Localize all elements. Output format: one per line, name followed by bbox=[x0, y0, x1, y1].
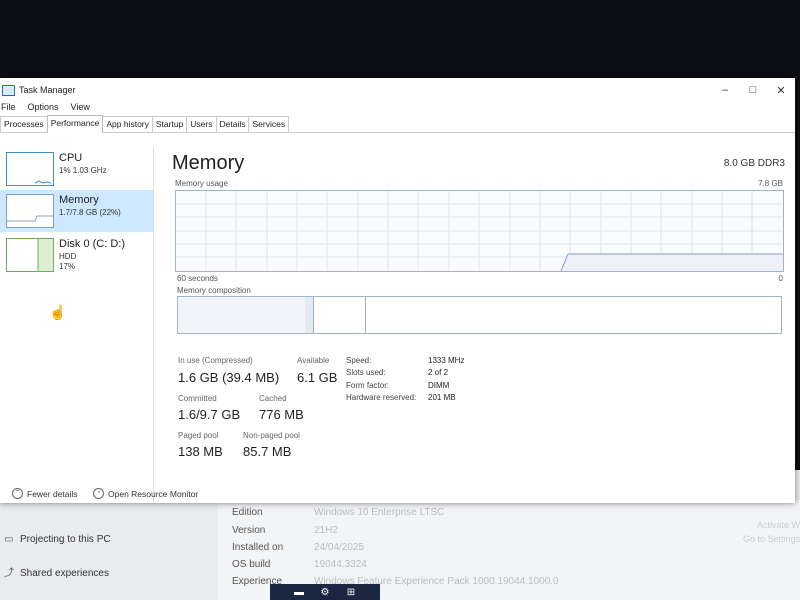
tab-startup[interactable]: Startup bbox=[151, 116, 188, 132]
activation-watermark-sub: Go to Settings bbox=[742, 534, 800, 544]
minimize-button[interactable]: – bbox=[711, 84, 739, 96]
window-title: Task Manager bbox=[19, 85, 76, 95]
tab-services[interactable]: Services bbox=[248, 116, 290, 132]
committed-label: Committed bbox=[178, 394, 217, 403]
memory-usage-svg bbox=[176, 191, 783, 271]
maximize-button[interactable]: □ bbox=[739, 84, 767, 96]
spec-row-installed: Installed on 24/04/2025 bbox=[232, 542, 365, 553]
cpu-thumbnail-graph bbox=[6, 152, 54, 186]
paged-pool-label: Paged pool bbox=[178, 431, 219, 440]
spec-row-edition: Edition Windows 10 Enterprise LTSC bbox=[232, 507, 445, 518]
composition-standby bbox=[313, 297, 366, 333]
sidebar-cpu-title: CPU bbox=[59, 152, 83, 164]
settings-icon[interactable]: ⚙ bbox=[317, 587, 333, 598]
sidebar-memory-sub: 1.7/7.8 GB (22%) bbox=[59, 208, 121, 217]
graph-time-end: 0 bbox=[778, 274, 783, 283]
in-use-value: 1.6 GB (39.4 MB) bbox=[178, 370, 280, 385]
open-resource-monitor-link[interactable]: ◔ Open Resource Monitor bbox=[93, 488, 198, 499]
sidebar-item-memory[interactable]: Memory 1.7/7.8 GB (22%) bbox=[0, 190, 153, 232]
task-manager-icon bbox=[2, 84, 15, 96]
form-factor-value: DIMM bbox=[428, 381, 450, 390]
page-title: Memory bbox=[172, 152, 245, 174]
memory-composition-bar bbox=[177, 296, 782, 334]
task-manager-window: Task Manager – □ ✕ File Options View Pro… bbox=[0, 78, 795, 503]
graph-time-label: 60 seconds bbox=[177, 274, 218, 283]
sidebar-disk-type: HDD bbox=[59, 252, 77, 261]
memory-usage-graph bbox=[175, 190, 784, 272]
sidebar-disk-title: Disk 0 (C: D:) bbox=[59, 238, 125, 250]
slots-value: 2 of 2 bbox=[428, 368, 449, 377]
memory-thumbnail-graph bbox=[6, 194, 54, 228]
in-use-label: In use (Compressed) bbox=[178, 356, 253, 365]
footer-bar: ⌃ Fewer details ◔ Open Resource Monitor bbox=[0, 485, 795, 503]
paged-pool-value: 138 MB bbox=[178, 444, 223, 459]
performance-sidebar: CPU 1% 1.03 GHz Memory 1.7/7.8 GB (22%) … bbox=[0, 148, 154, 503]
tab-performance[interactable]: Performance bbox=[46, 115, 104, 133]
slots-label: Slots used: bbox=[346, 368, 386, 377]
form-factor-label: Form factor: bbox=[346, 381, 390, 390]
sidebar-disk-usage: 17% bbox=[59, 262, 76, 271]
composition-in-use bbox=[178, 297, 306, 333]
title-bar[interactable]: Task Manager – □ ✕ bbox=[0, 78, 795, 102]
taskbar: ▬ ⚙ ⊞ bbox=[270, 584, 380, 600]
hardware-reserved-label: Hardware reserved: bbox=[346, 393, 417, 402]
sidebar-item-cpu[interactable]: CPU 1% 1.03 GHz bbox=[0, 148, 153, 190]
tab-app-history[interactable]: App history bbox=[102, 116, 153, 132]
sidebar-memory-title: Memory bbox=[59, 194, 99, 206]
speed-value: 1333 MHz bbox=[428, 356, 465, 365]
shared-experiences-label: Shared experiences bbox=[20, 568, 109, 579]
projecting-label: Projecting to this PC bbox=[20, 534, 111, 545]
tab-processes[interactable]: Processes bbox=[0, 116, 48, 132]
shared-experiences-item[interactable]: ⤴ Shared experiences bbox=[4, 568, 109, 579]
disk-thumbnail-graph bbox=[6, 238, 54, 272]
nonpaged-pool-value: 85.7 MB bbox=[243, 444, 292, 459]
tab-details[interactable]: Details bbox=[215, 116, 250, 132]
open-resource-monitor-label: Open Resource Monitor bbox=[108, 488, 199, 499]
spec-row-version: Version 21H2 bbox=[232, 525, 338, 536]
close-button[interactable]: ✕ bbox=[767, 84, 795, 97]
resource-monitor-icon: ◔ bbox=[93, 488, 104, 499]
committed-value: 1.6/9.7 GB bbox=[178, 407, 241, 422]
share-icon: ⤴ bbox=[4, 567, 14, 579]
nonpaged-pool-label: Non-paged pool bbox=[243, 431, 300, 440]
fewer-details-button[interactable]: ⌃ Fewer details bbox=[12, 488, 78, 499]
speed-label: Speed: bbox=[346, 356, 372, 365]
fewer-details-label: Fewer details bbox=[27, 488, 78, 499]
available-value: 6.1 GB bbox=[297, 370, 338, 385]
menu-bar: File Options View bbox=[0, 102, 795, 116]
sidebar-cpu-sub: 1% 1.03 GHz bbox=[59, 166, 107, 175]
spec-row-osbuild: OS build 19044.3324 bbox=[232, 559, 367, 570]
folder-icon[interactable]: ▬ bbox=[291, 587, 307, 598]
chevron-up-icon: ⌃ bbox=[12, 488, 23, 499]
menu-options[interactable]: Options bbox=[28, 102, 59, 116]
memory-usage-max: 7.8 GB bbox=[758, 179, 783, 188]
cached-value: 776 MB bbox=[259, 407, 304, 422]
tab-users[interactable]: Users bbox=[186, 116, 217, 132]
menu-file[interactable]: File bbox=[1, 102, 16, 116]
memory-composition-label: Memory composition bbox=[177, 286, 251, 295]
menu-view[interactable]: View bbox=[71, 102, 90, 116]
cached-label: Cached bbox=[259, 394, 287, 403]
tab-strip: Processes Performance App history Startu… bbox=[0, 115, 795, 133]
windows-icon[interactable]: ⊞ bbox=[343, 587, 359, 598]
monitor-icon: ▭ bbox=[4, 533, 14, 545]
sidebar-item-disk[interactable]: Disk 0 (C: D:) HDD 17% bbox=[0, 234, 153, 276]
activation-watermark: Activate W bbox=[756, 520, 800, 530]
hardware-reserved-value: 201 MB bbox=[428, 393, 456, 402]
projecting-item[interactable]: ▭ Projecting to this PC bbox=[4, 534, 111, 545]
memory-usage-label: Memory usage bbox=[175, 179, 228, 188]
mouse-cursor-icon: ☝ bbox=[49, 304, 67, 320]
available-label: Available bbox=[297, 356, 330, 365]
memory-spec: 8.0 GB DDR3 bbox=[723, 158, 785, 169]
